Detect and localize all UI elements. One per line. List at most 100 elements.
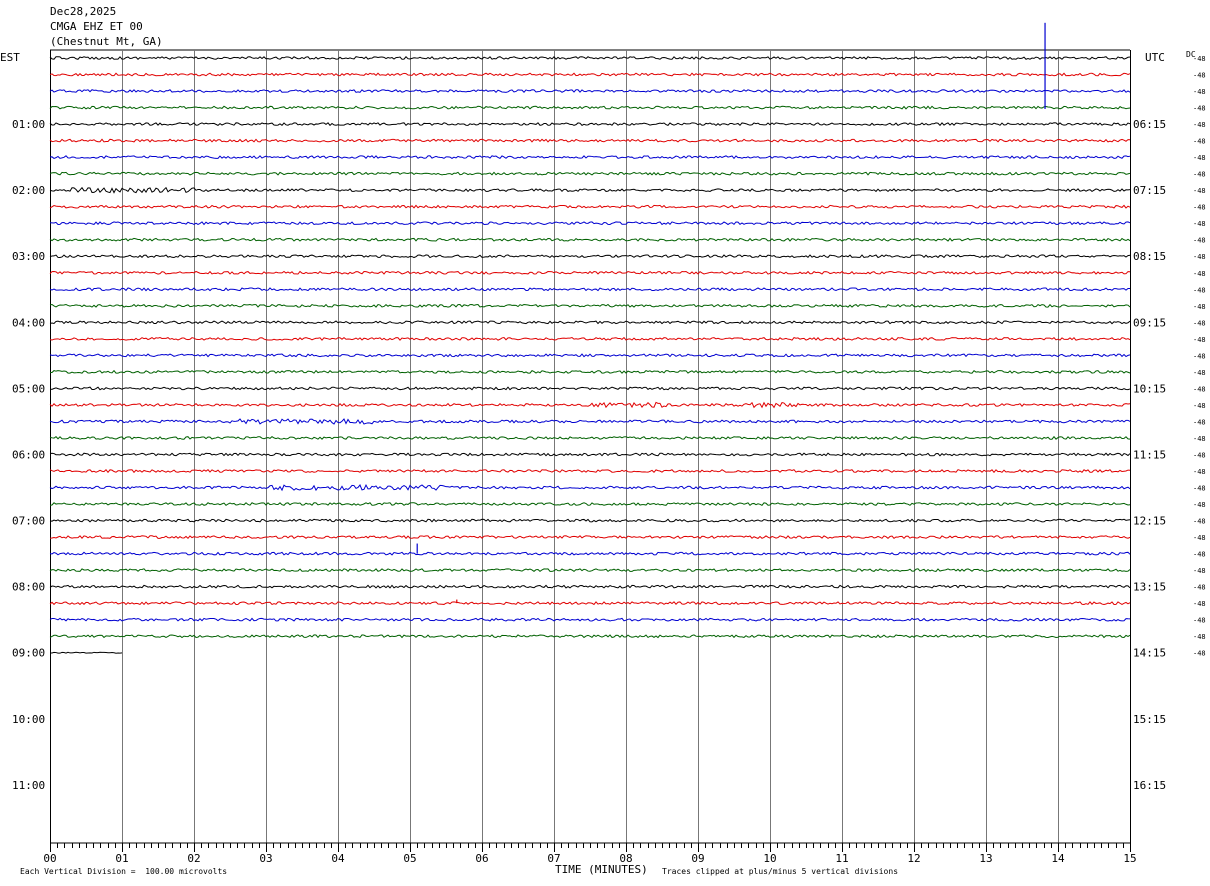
trace-24 bbox=[49, 452, 1131, 457]
trace-33 bbox=[49, 601, 1131, 606]
x-tick-label: 03 bbox=[259, 852, 272, 865]
dc-offset-label: -48 bbox=[1193, 567, 1206, 575]
dc-offset-label: -48 bbox=[1193, 204, 1206, 212]
dc-offset-label: -48 bbox=[1193, 187, 1206, 195]
trace-23 bbox=[49, 435, 1131, 440]
dc-offset-label: -48 bbox=[1193, 138, 1206, 146]
dc-offset-label: -48 bbox=[1193, 88, 1206, 96]
x-tick-label: 13 bbox=[979, 852, 992, 865]
x-tick-label: 11 bbox=[835, 852, 848, 865]
dc-offset-label: -48 bbox=[1193, 385, 1206, 393]
trace-19 bbox=[49, 369, 1131, 374]
trace-27 bbox=[49, 502, 1131, 506]
dc-offset-label: -48 bbox=[1193, 253, 1206, 261]
trace-20 bbox=[49, 386, 1131, 391]
dc-offset-label: -48 bbox=[1193, 468, 1206, 476]
x-tick-label: 06 bbox=[475, 852, 488, 865]
trace-2 bbox=[49, 89, 1131, 94]
trace-30 bbox=[49, 551, 1131, 556]
dc-offset-label: -48 bbox=[1193, 418, 1206, 426]
utc-hour-label: 16:15 bbox=[1133, 779, 1166, 792]
seismic-traces bbox=[49, 22, 1131, 654]
dc-offset-label: -48 bbox=[1193, 171, 1206, 179]
dc-offset-label: -48 bbox=[1193, 303, 1206, 311]
est-hour-label: 02:00 bbox=[12, 184, 45, 197]
dc-offset-label: -48 bbox=[1193, 600, 1206, 608]
x-tick-label: 05 bbox=[403, 852, 416, 865]
trace-9 bbox=[49, 204, 1131, 209]
utc-hour-label: 10:15 bbox=[1133, 382, 1166, 395]
utc-hour-label: 06:15 bbox=[1133, 118, 1166, 131]
est-hour-label: 11:00 bbox=[12, 779, 45, 792]
trace-6 bbox=[49, 155, 1131, 160]
dc-offset-label: -48 bbox=[1193, 501, 1206, 509]
dc-offset-label: -48 bbox=[1193, 72, 1206, 80]
dc-offset-label: -48 bbox=[1193, 154, 1206, 162]
trace-0 bbox=[49, 56, 1131, 60]
dc-offset-label: -48 bbox=[1193, 220, 1206, 228]
trace-26 bbox=[49, 483, 1131, 492]
trace-10 bbox=[49, 221, 1131, 226]
trace-16 bbox=[49, 320, 1131, 325]
clip-note: Traces clipped at plus/minus 5 vertical … bbox=[662, 867, 899, 876]
dc-offset-label: -48 bbox=[1193, 485, 1206, 493]
trace-36 bbox=[49, 651, 123, 654]
utc-axis-label: UTC bbox=[1145, 51, 1165, 64]
trace-21 bbox=[49, 401, 1131, 409]
trace-12 bbox=[49, 254, 1131, 259]
dc-offset-label: -48 bbox=[1193, 617, 1206, 625]
dc-offset-label: -48 bbox=[1193, 270, 1206, 278]
dc-label: DC bbox=[1186, 50, 1196, 59]
trace-34 bbox=[49, 617, 1131, 622]
x-tick-label: 02 bbox=[187, 852, 200, 865]
x-tick-label: 15 bbox=[1123, 852, 1136, 865]
trace-7 bbox=[49, 171, 1131, 176]
trace-14 bbox=[49, 287, 1131, 292]
dc-offset-label: -48 bbox=[1193, 237, 1206, 245]
x-tick-label: 04 bbox=[331, 852, 345, 865]
dc-offset-label: -48 bbox=[1193, 369, 1206, 377]
scale-note: Each Vertical Division = 100.00 microvol… bbox=[20, 867, 228, 876]
est-hour-label: 01:00 bbox=[12, 118, 45, 131]
x-tick-label: 00 bbox=[43, 852, 56, 865]
trace-35 bbox=[49, 634, 1131, 639]
trace-22 bbox=[49, 418, 1131, 425]
trace-25 bbox=[49, 468, 1131, 474]
utc-hour-label: 07:15 bbox=[1133, 184, 1166, 197]
row-labels: 01:00 02:00 03:00 04:00 05:00 06:00 07:00 08:00… bbox=[12, 55, 1206, 792]
x-tick-label: 09 bbox=[691, 852, 704, 865]
dc-offset-label: -48 bbox=[1193, 352, 1206, 360]
utc-hour-label: 09:15 bbox=[1133, 316, 1166, 329]
x-tick-label: 01 bbox=[115, 852, 128, 865]
x-tick-label: 12 bbox=[907, 852, 920, 865]
header-station: CMGA EHZ ET 00 bbox=[50, 20, 143, 33]
trace-31 bbox=[49, 568, 1131, 573]
est-hour-label: 05:00 bbox=[12, 382, 45, 395]
trace-18 bbox=[49, 353, 1131, 358]
trace-29 bbox=[49, 535, 1131, 540]
dc-offset-label: -48 bbox=[1193, 435, 1206, 443]
dc-offset-label: -48 bbox=[1193, 633, 1206, 641]
dc-offset-label: -48 bbox=[1193, 286, 1206, 294]
dc-offset-label: -48 bbox=[1193, 336, 1206, 344]
dc-offset-label: -48 bbox=[1193, 105, 1206, 113]
dc-offset-label: -48 bbox=[1193, 451, 1206, 459]
trace-5 bbox=[49, 138, 1131, 143]
utc-hour-label: 08:15 bbox=[1133, 250, 1166, 263]
trace-1 bbox=[49, 72, 1131, 77]
trace-17 bbox=[49, 336, 1131, 341]
time-axis: 00 01 02 03 04 05 06 07 08 09 10 11 12 13 14 15 bbox=[43, 842, 1137, 865]
utc-hour-label: 14:15 bbox=[1133, 647, 1166, 660]
trace-28 bbox=[49, 518, 1131, 523]
est-hour-label: 04:00 bbox=[12, 316, 45, 329]
trace-3 bbox=[49, 105, 1131, 110]
utc-hour-label: 11:15 bbox=[1133, 448, 1166, 461]
est-axis-label: EST bbox=[0, 51, 20, 64]
dc-offset-label: -48 bbox=[1193, 319, 1206, 327]
est-hour-label: 06:00 bbox=[12, 448, 45, 461]
helicorder-plot: 00 01 02 03 04 05 06 07 08 09 10 11 12 13 14 15 01:0002… bbox=[12, 22, 1206, 865]
x-tick-label: 10 bbox=[763, 852, 776, 865]
dc-offset-label: -48 bbox=[1193, 518, 1206, 526]
dc-offset-label: -48 bbox=[1193, 402, 1206, 410]
trace-32 bbox=[49, 584, 1131, 589]
